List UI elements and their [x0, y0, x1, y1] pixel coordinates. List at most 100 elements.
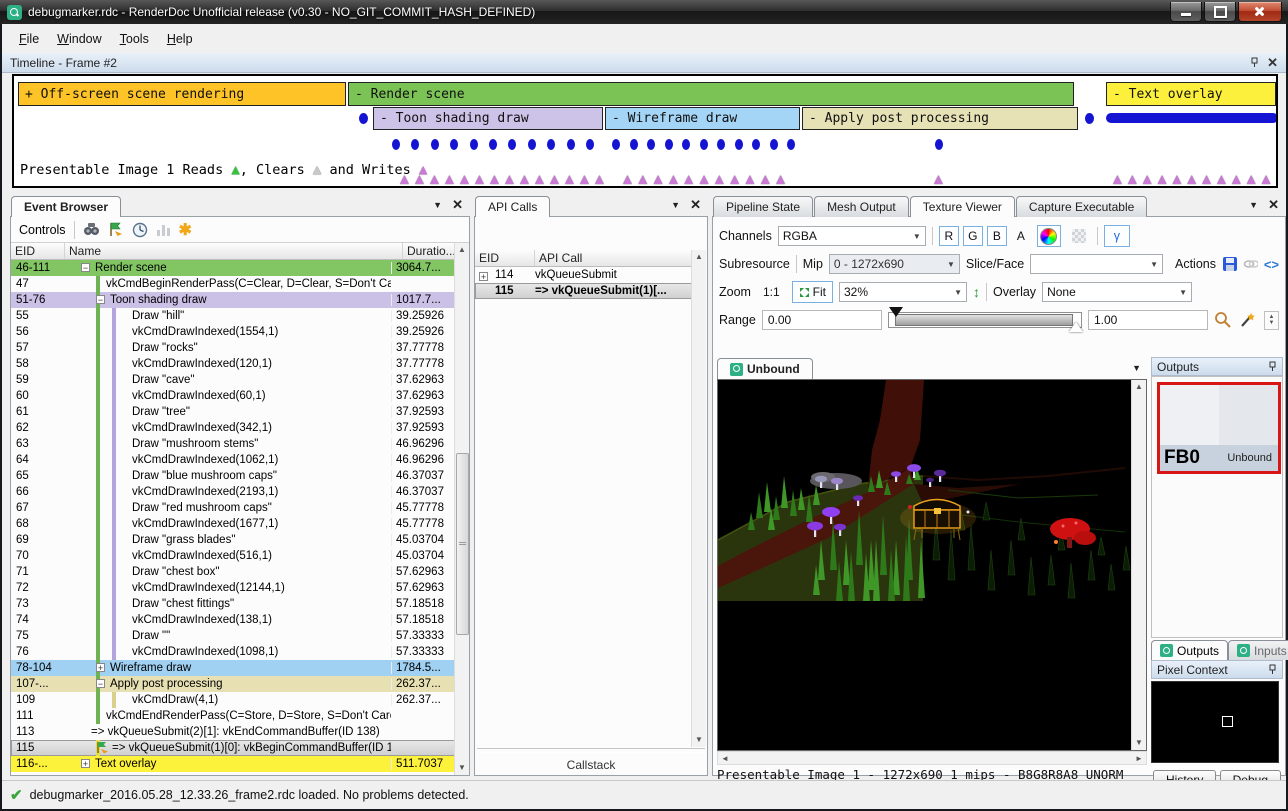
close-panel-icon[interactable]: ✕ [1267, 55, 1278, 71]
timeline[interactable]: + Off-screen scene rendering- Render sce… [12, 74, 1278, 188]
event-dot[interactable] [647, 139, 655, 150]
timeline-event-bar[interactable] [1106, 113, 1278, 123]
timeline-marker-bar[interactable]: + Off-screen scene rendering [18, 82, 346, 106]
event-dot[interactable] [935, 139, 943, 150]
tab-event-browser[interactable]: Event Browser [11, 196, 121, 217]
gamma-button[interactable]: γ [1104, 225, 1130, 247]
channels-combo[interactable]: RGBA▼ [778, 226, 926, 246]
event-dot[interactable] [547, 139, 555, 150]
channel-r-button[interactable]: R [939, 226, 959, 246]
fit-vertical-icon[interactable]: ↕ [973, 284, 980, 300]
timeline-marker-bar[interactable]: - Wireframe draw [605, 107, 800, 130]
fit-button[interactable]: Fit [792, 281, 833, 303]
timeline-marker-bar[interactable]: - Apply post processing [802, 107, 1078, 130]
scroll-thumb[interactable] [456, 453, 469, 635]
expand-box-icon[interactable]: + [81, 759, 90, 768]
menu-file[interactable]: File [10, 28, 48, 50]
close-icon[interactable]: ✕ [690, 197, 701, 213]
range-white-handle[interactable] [1069, 322, 1083, 332]
event-row[interactable]: 109vkCmdDraw(4,1)262.37... [11, 692, 457, 708]
minimize-button[interactable] [1170, 2, 1202, 22]
menu-window[interactable]: Window [48, 28, 110, 50]
autofit-range-icon[interactable] [1214, 311, 1232, 329]
pixel-context-canvas[interactable] [1151, 681, 1279, 763]
event-dot[interactable] [717, 139, 725, 150]
scroll-up-icon[interactable]: ▲ [1132, 380, 1146, 394]
event-row[interactable]: 116-...+Text overlay511.7037 [11, 756, 457, 772]
tab-capture-executable[interactable]: Capture Executable [1016, 196, 1147, 217]
event-dot[interactable] [752, 139, 760, 150]
mip-combo[interactable]: 0 - 1272x690▼ [829, 254, 960, 274]
event-dot[interactable] [392, 139, 400, 150]
event-dot[interactable] [586, 139, 594, 150]
timeline-marker-bar[interactable]: - Toon shading draw [373, 107, 603, 130]
event-row[interactable]: 72vkCmdDrawIndexed(12144,1)57.62963 [11, 580, 457, 596]
tab-outputs[interactable]: Outputs [1151, 640, 1228, 660]
scroll-left-icon[interactable]: ◄ [718, 752, 732, 766]
open-code-icon[interactable]: <> [1264, 257, 1279, 272]
timeline-marker-bar[interactable]: - Render scene [348, 82, 1074, 106]
event-dot[interactable] [567, 139, 575, 150]
tab-inputs[interactable]: Inputs [1228, 640, 1288, 660]
save-icon[interactable] [1222, 256, 1237, 272]
texture-vscroll[interactable]: ▲ ▼ [1131, 380, 1146, 750]
callstack-label[interactable]: Callstack [475, 758, 707, 772]
event-row[interactable]: 74vkCmdDrawIndexed(138,1)57.18518 [11, 612, 457, 628]
maximize-button[interactable] [1204, 2, 1236, 22]
column-eid[interactable]: EID [475, 250, 535, 266]
event-row[interactable]: 65Draw "blue mushroom caps"46.37037 [11, 468, 457, 484]
range-min-input[interactable]: 0.00 [762, 310, 882, 330]
tab-unbound[interactable]: Unbound [717, 358, 813, 379]
expand-box-icon[interactable]: + [96, 663, 105, 672]
range-black-handle[interactable] [889, 307, 903, 317]
visualize-channels-button[interactable] [1037, 225, 1061, 247]
event-row[interactable]: 57Draw "rocks"37.77778 [11, 340, 457, 356]
alpha-checker-button[interactable] [1067, 225, 1091, 247]
event-row[interactable]: 61Draw "tree"37.92593 [11, 404, 457, 420]
close-icon[interactable]: ✕ [452, 197, 463, 213]
event-dot[interactable] [735, 139, 743, 150]
slice-face-combo[interactable]: ▼ [1030, 254, 1163, 274]
tab-api-calls[interactable]: API Calls [475, 196, 550, 217]
range-max-input[interactable]: 1.00 [1088, 310, 1208, 330]
event-dot[interactable] [770, 139, 778, 150]
tab-mesh-output[interactable]: Mesh Output [814, 196, 909, 217]
pin-icon[interactable] [1268, 361, 1277, 372]
range-slider[interactable] [888, 312, 1082, 328]
event-row[interactable]: 78-104+Wireframe draw1784.5... [11, 660, 457, 676]
event-row[interactable]: 107-...−Apply post processing262.37... [11, 676, 457, 692]
event-dot[interactable] [787, 139, 795, 150]
api-row[interactable]: 114+vkQueueSubmit [475, 267, 693, 283]
close-button[interactable] [1238, 2, 1282, 22]
event-row[interactable]: 60vkCmdDrawIndexed(60,1)37.62963 [11, 388, 457, 404]
column-name[interactable]: Name [65, 243, 403, 259]
event-row[interactable]: 70vkCmdDrawIndexed(516,1)45.03704 [11, 548, 457, 564]
column-eid[interactable]: EID [11, 243, 65, 259]
event-row[interactable]: 51-76−Toon shading draw1017.7... [11, 292, 457, 308]
menu-help[interactable]: Help [158, 28, 202, 50]
texture-list-chevron-icon[interactable]: ▼ [1132, 363, 1141, 373]
event-dot[interactable] [489, 139, 497, 150]
api-table-header[interactable]: EID API Call [475, 250, 693, 267]
texture-display[interactable]: ▲ ▼ [717, 379, 1147, 751]
scroll-right-icon[interactable]: ► [1132, 752, 1146, 766]
range-spinner[interactable]: ▲▼ [1264, 311, 1279, 330]
chevron-down-icon[interactable]: ▼ [433, 200, 442, 210]
event-dot[interactable] [700, 139, 708, 150]
close-icon[interactable]: ✕ [1268, 197, 1279, 213]
event-row[interactable]: 56vkCmdDrawIndexed(1554,1)39.25926 [11, 324, 457, 340]
column-api-call[interactable]: API Call [535, 250, 693, 266]
event-row[interactable]: 63Draw "mushroom stems"46.96296 [11, 436, 457, 452]
jump-to-event-icon[interactable] [108, 222, 124, 237]
event-dot[interactable] [665, 139, 673, 150]
event-dot[interactable] [528, 139, 536, 150]
scroll-down-icon[interactable]: ▼ [692, 733, 706, 747]
timeline-event-dot[interactable] [1085, 113, 1094, 124]
scroll-up-icon[interactable]: ▲ [692, 250, 706, 264]
event-dot[interactable] [682, 139, 690, 150]
event-row[interactable]: 58vkCmdDrawIndexed(120,1)37.77778 [11, 356, 457, 372]
event-row[interactable]: 68vkCmdDrawIndexed(1677,1)45.77778 [11, 516, 457, 532]
api-scrollbar[interactable]: ▲ ▼ [691, 250, 706, 747]
chevron-down-icon[interactable]: ▼ [1249, 200, 1258, 210]
event-row[interactable]: 59Draw "cave"37.62963 [11, 372, 457, 388]
